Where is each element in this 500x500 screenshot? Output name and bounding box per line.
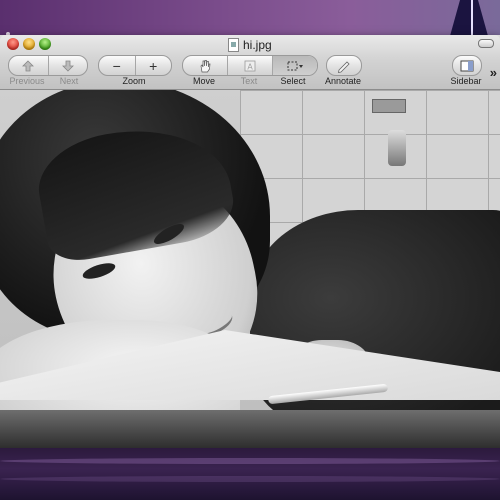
next-button[interactable] xyxy=(49,56,88,75)
photo-table xyxy=(0,410,500,449)
text-tool-button[interactable]: A xyxy=(228,56,273,75)
minimize-button[interactable] xyxy=(23,38,35,50)
sidebar-label: Sidebar xyxy=(450,76,482,86)
annotate-label: Annotate xyxy=(324,76,362,86)
hand-icon xyxy=(200,59,211,72)
zoom-window-button[interactable] xyxy=(39,38,51,50)
photo-wall-fixture xyxy=(388,130,406,166)
tool-mode-control: A xyxy=(182,55,318,76)
zoom-label: Zoom xyxy=(122,76,146,86)
close-button[interactable] xyxy=(7,38,19,50)
arrow-down-icon xyxy=(61,60,74,72)
window-title-text: hi.jpg xyxy=(243,38,272,52)
zoom-in-button[interactable]: + xyxy=(136,56,172,75)
preview-window: hi.jpg Previous Next − + Zoom A Move Tex… xyxy=(0,35,500,449)
document-image-view[interactable] xyxy=(0,90,500,449)
desktop-wave xyxy=(0,476,500,482)
select-tool-button[interactable] xyxy=(273,56,317,75)
annotate-control xyxy=(326,55,362,76)
text-cursor-icon: A xyxy=(244,60,256,71)
photo-wall-outlet xyxy=(372,99,406,113)
toolbar-toggle-button[interactable] xyxy=(478,39,494,48)
previous-button[interactable] xyxy=(9,56,49,75)
desktop-background-top xyxy=(0,0,500,36)
toolbar-overflow-button[interactable]: » xyxy=(490,65,497,80)
window-title: hi.jpg xyxy=(228,37,272,53)
marquee-select-icon xyxy=(287,61,303,70)
sidebar-control xyxy=(452,55,482,76)
desktop-wave xyxy=(0,458,500,464)
previous-next-control xyxy=(8,55,88,76)
desktop-sail-graphic xyxy=(450,0,488,36)
document-icon xyxy=(228,38,239,52)
next-label: Next xyxy=(59,76,79,86)
annotate-button[interactable] xyxy=(327,56,361,75)
sidebar-button[interactable] xyxy=(453,56,481,75)
svg-text:A: A xyxy=(247,62,253,71)
window-titlebar[interactable]: hi.jpg Previous Next − + Zoom A Move Tex… xyxy=(0,35,500,90)
zoom-out-button[interactable]: − xyxy=(99,56,136,75)
pencil-icon xyxy=(337,60,350,73)
arrow-up-icon xyxy=(22,59,35,71)
zoom-control: − + xyxy=(98,55,172,76)
desktop-background-bottom xyxy=(0,448,500,500)
move-tool-button[interactable] xyxy=(183,56,228,75)
sidebar-icon xyxy=(460,60,474,71)
